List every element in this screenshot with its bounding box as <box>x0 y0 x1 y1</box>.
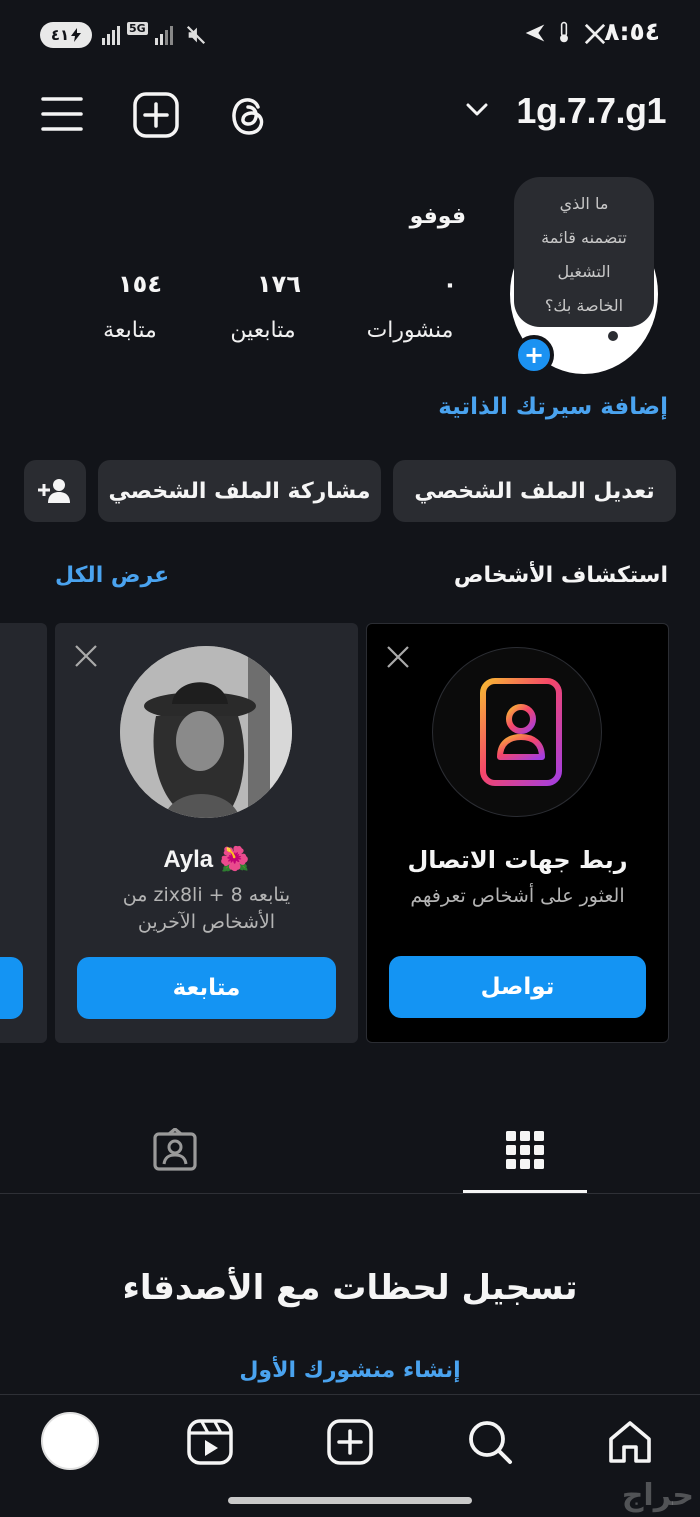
charging-icon <box>71 28 82 42</box>
signal-icon <box>102 26 120 45</box>
active-tab-indicator <box>463 1190 587 1193</box>
note-line-4: الخاصة بك؟ <box>544 296 624 315</box>
network-type: 5G <box>127 22 148 35</box>
create-first-post-link[interactable]: إنشاء منشورك الأول <box>0 1358 700 1383</box>
threads-button[interactable] <box>226 92 270 138</box>
partial-card-button[interactable] <box>0 957 23 1019</box>
share-profile-button[interactable]: مشاركة الملف الشخصي <box>98 460 381 522</box>
connect-contacts-card: ربط جهات الاتصال العثور على أشخاص تعرفهم… <box>366 623 669 1043</box>
discover-people-title: استكشاف الأشخاص <box>453 563 668 588</box>
contacts-book-icon <box>471 678 562 786</box>
posts-count[interactable]: ٠ <box>380 270 520 298</box>
following-count[interactable]: ١٥٤ <box>70 270 210 298</box>
chevron-down-icon[interactable] <box>466 103 488 117</box>
suggested-user-name: 🌺 Ayla <box>163 846 250 873</box>
card-title: ربط جهات الاتصال <box>407 846 628 874</box>
nav-reels-button[interactable] <box>185 1417 235 1467</box>
followers-label[interactable]: متابعين <box>193 318 333 343</box>
threads-icon <box>232 98 264 135</box>
nav-home-button[interactable] <box>605 1417 655 1467</box>
create-icon <box>133 92 179 138</box>
battery-level: ٤١ <box>50 26 70 44</box>
mute-icon <box>186 25 206 45</box>
clock: ٨:٥٤ <box>604 17 660 46</box>
nav-create-button[interactable] <box>325 1417 375 1467</box>
note-line-1: ما الذي <box>559 194 609 213</box>
connect-label: تواصل <box>480 974 555 1000</box>
note-line-3: التشغيل <box>557 262 611 281</box>
menu-button[interactable] <box>40 94 84 134</box>
note-bubble-tail <box>608 331 618 341</box>
followers-count[interactable]: ١٧٦ <box>209 270 349 298</box>
edit-profile-button[interactable]: تعديل الملف الشخصي <box>393 460 676 522</box>
tabs-divider <box>0 1193 700 1194</box>
nav-search-button[interactable] <box>465 1417 515 1467</box>
tagged-person-icon <box>153 1128 197 1171</box>
nav-profile-avatar[interactable] <box>41 1412 99 1470</box>
mutual-followers-line-1: يتابعه zix8li + 8 من <box>122 884 291 906</box>
system-home-indicator[interactable] <box>228 1497 472 1504</box>
edit-profile-label: تعديل الملف الشخصي <box>414 478 655 504</box>
empty-state-title: تسجيل لحظات مع الأصدقاء <box>122 1268 578 1308</box>
close-icon[interactable] <box>73 643 99 669</box>
suggested-user-card: 🌺 Ayla يتابعه zix8li + 8 من الأشخاص الآخ… <box>55 623 358 1043</box>
profile-username[interactable]: 1g.7.7.g1 <box>516 90 666 132</box>
add-person-icon <box>38 479 70 503</box>
battery-indicator: ٤١ <box>40 22 92 48</box>
discover-people-button[interactable] <box>24 460 86 522</box>
add-story-button[interactable]: + <box>514 335 554 375</box>
watermark: حراج <box>621 1478 694 1513</box>
share-profile-label: مشاركة الملف الشخصي <box>108 478 371 504</box>
suggested-user-avatar[interactable] <box>120 646 292 818</box>
home-icon <box>609 1421 651 1463</box>
note-line-2: تتضمنه قائمة <box>541 228 627 247</box>
tab-tagged[interactable] <box>113 1120 237 1180</box>
grid-icon <box>506 1131 544 1169</box>
status-bar: ٤١ 5G ٨:٥٤ <box>0 0 700 70</box>
suggested-card-partial <box>0 623 47 1043</box>
reels-icon <box>187 1419 233 1465</box>
follow-label: متابعة <box>172 975 241 1001</box>
following-label[interactable]: متابعة <box>60 318 200 343</box>
card-subtitle: العثور على أشخاص تعرفهم <box>410 885 625 907</box>
user-photo <box>120 646 292 818</box>
close-icon[interactable] <box>385 644 411 670</box>
mutual-followers-line-2: الأشخاص الآخرين <box>137 911 276 933</box>
menu-icon <box>41 97 83 131</box>
display-name: فوفو <box>409 204 466 229</box>
contacts-illustration <box>432 647 602 817</box>
tab-posts-grid[interactable] <box>463 1120 587 1180</box>
add-bio-link[interactable]: إضافة سيرتك الذاتية <box>438 394 668 420</box>
create-button[interactable] <box>133 92 179 138</box>
posts-label[interactable]: منشورات <box>340 318 480 343</box>
see-all-link[interactable]: عرض الكل <box>55 563 169 588</box>
follow-button[interactable]: متابعة <box>77 957 336 1019</box>
navigation-icon <box>525 24 545 42</box>
thermometer-icon <box>560 21 568 43</box>
search-icon <box>469 1421 512 1464</box>
create-icon <box>327 1419 373 1465</box>
signal-icon-2 <box>155 26 173 45</box>
connect-button[interactable]: تواصل <box>389 956 646 1018</box>
note-bubble[interactable]: ما الذي تتضمنه قائمة التشغيل الخاصة بك؟ <box>514 177 654 327</box>
